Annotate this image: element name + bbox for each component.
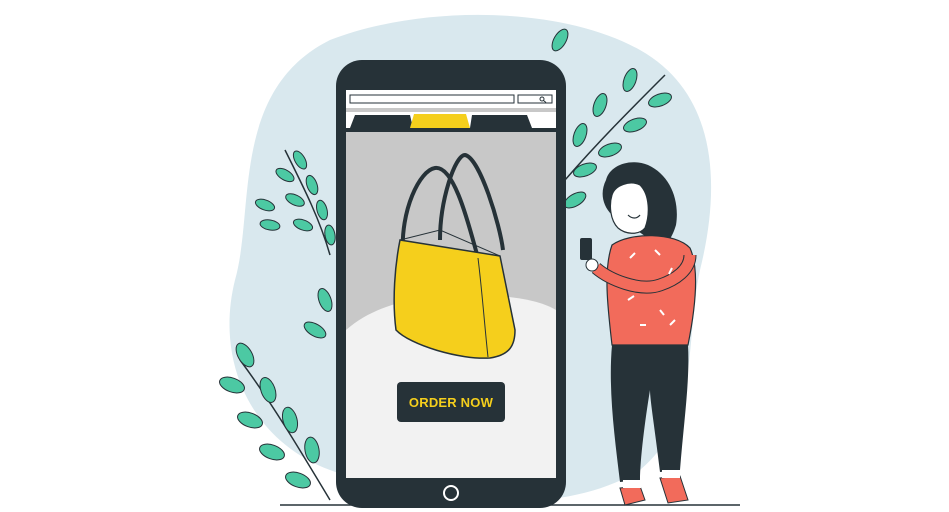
illustration-scene — [219, 14, 740, 508]
search-icon[interactable] — [517, 94, 553, 104]
order-now-button[interactable]: ORDER NOW — [397, 382, 505, 422]
